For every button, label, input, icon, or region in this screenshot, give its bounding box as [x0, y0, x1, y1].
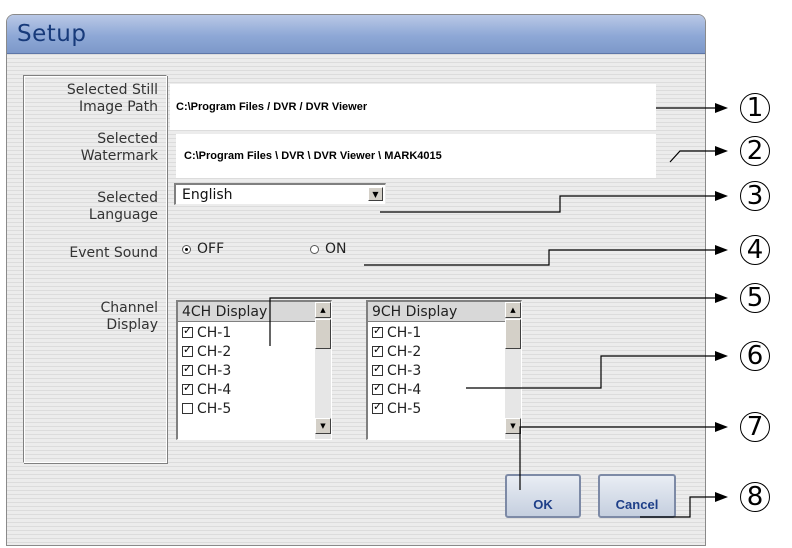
- callout-8: 8: [740, 482, 770, 512]
- callout-3: 3: [740, 181, 770, 211]
- callout-6: 6: [740, 341, 770, 371]
- callout-2: 2: [740, 136, 770, 166]
- callout-lines: [269, 103, 728, 518]
- callout-1: 1: [740, 93, 770, 123]
- callout-7: 7: [740, 412, 770, 442]
- callout-4: 4: [740, 235, 770, 265]
- callout-5: 5: [740, 283, 770, 313]
